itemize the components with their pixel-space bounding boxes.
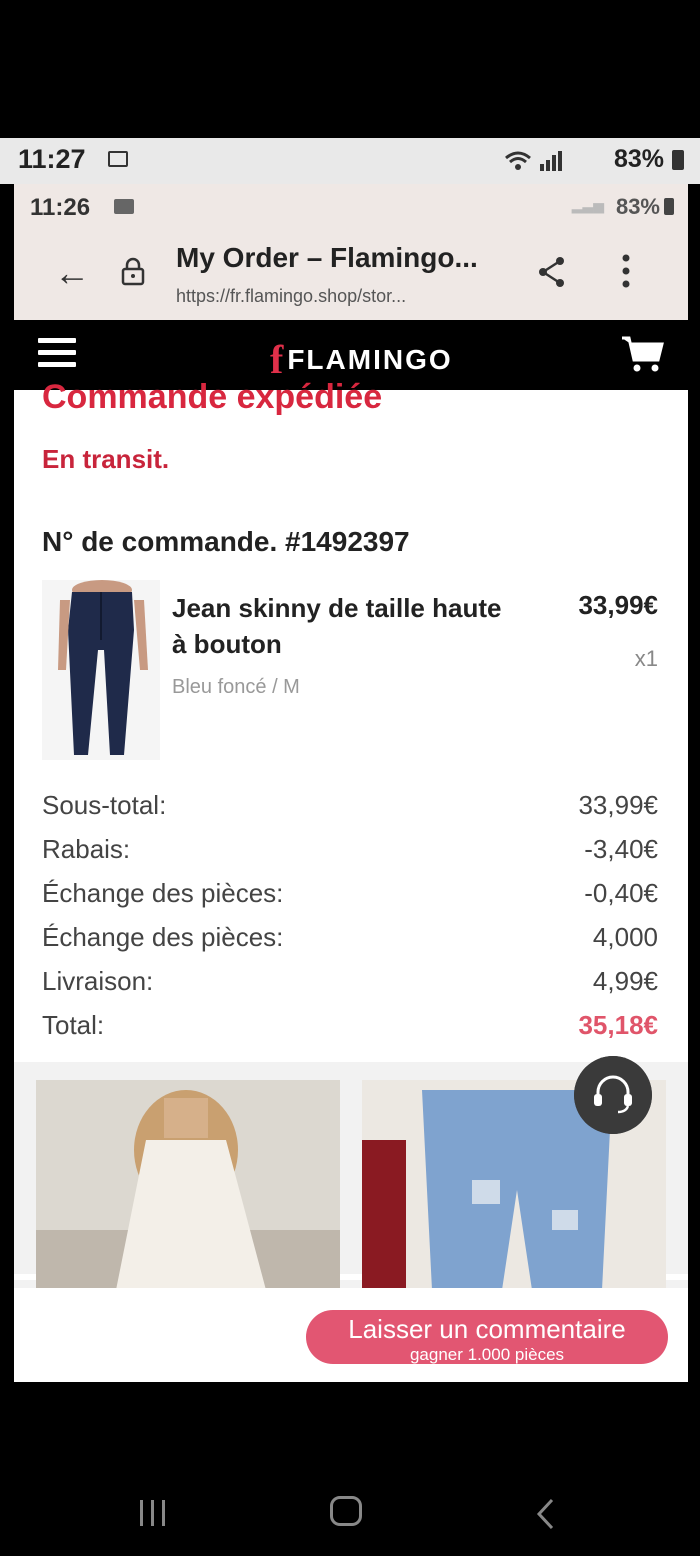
inner-battery-icon <box>664 198 674 215</box>
recent-apps-icon[interactable] <box>138 1498 168 1528</box>
product-price: 33,99€ <box>578 590 658 620</box>
summary-value: 4,000 <box>592 922 658 952</box>
device-status-bar: 11:27 83% <box>0 138 700 184</box>
recommended-product-image[interactable] <box>36 1080 340 1290</box>
battery-icon <box>672 150 684 170</box>
flamingo-logo[interactable]: fFLAMINGO <box>270 336 453 383</box>
leave-review-button[interactable]: Laisser un commentaire gagner 1.000 pièc… <box>306 1310 668 1364</box>
summary-row: Échange des pièces: 4,000 <box>42 922 658 966</box>
summary-value: -0,40€ <box>584 878 658 908</box>
more-options-icon[interactable] <box>618 252 634 292</box>
navigation-bar <box>0 1470 700 1556</box>
lock-icon <box>121 257 145 286</box>
product-image[interactable] <box>42 580 160 760</box>
inner-signal-icon: ▂▃▅ <box>571 197 604 213</box>
product-name[interactable]: Jean skinny de taille haute à bouton <box>172 590 502 662</box>
order-heading: Commande expédiée <box>42 378 383 416</box>
back-nav-icon[interactable] <box>536 1498 556 1530</box>
customer-support-icon[interactable] <box>574 1056 652 1134</box>
review-button-sublabel: gagner 1.000 pièces <box>409 1345 565 1364</box>
battery-percent: 83% <box>613 145 664 173</box>
summary-total-row: Total: 35,18€ <box>42 1010 658 1054</box>
product-quantity: x1 <box>634 646 658 671</box>
summary-label: Échange des pièces: <box>42 922 284 952</box>
url-bar[interactable]: https://fr.flamingo.shop/stor... <box>176 286 406 307</box>
inner-gallery-icon <box>114 199 134 214</box>
inner-status-time: 11:26 <box>30 194 91 221</box>
embedded-screenshot: 11:26 ▂▃▅ 83% ← My Order – Flamingo... h… <box>14 184 688 1382</box>
hamburger-menu-icon[interactable] <box>38 338 76 374</box>
summary-value: 4,99€ <box>592 966 658 996</box>
home-icon[interactable] <box>330 1496 362 1526</box>
summary-row: Sous-total: 33,99€ <box>42 790 658 834</box>
cart-icon[interactable] <box>620 334 664 374</box>
summary-label: Livraison: <box>42 966 154 996</box>
order-number: N° de commande. #1492397 <box>42 526 410 557</box>
summary-label: Rabais: <box>42 834 131 864</box>
order-status: En transit. <box>42 444 170 474</box>
summary-label: Échange des pièces: <box>42 878 284 908</box>
inner-status-bar: 11:26 ▂▃▅ 83% <box>14 184 688 228</box>
summary-label: Sous-total: <box>42 790 167 820</box>
page-title: My Order – Flamingo... <box>176 242 478 273</box>
product-variant: Bleu foncé / M <box>172 676 300 698</box>
total-label: Total: <box>42 1010 105 1040</box>
summary-value: -3,40€ <box>584 834 658 864</box>
total-value: 35,18€ <box>578 1010 658 1040</box>
wifi-signal-icon <box>505 151 562 171</box>
status-time: 11:27 <box>18 144 86 174</box>
summary-row: Livraison: 4,99€ <box>42 966 658 1010</box>
share-icon[interactable] <box>536 254 568 290</box>
review-bar: Laisser un commentaire gagner 1.000 pièc… <box>14 1288 688 1382</box>
gallery-notification-icon <box>108 151 128 167</box>
order-details: Commande expédiée En transit. N° de comm… <box>14 378 688 1290</box>
inner-battery-percent: 83% <box>615 194 660 219</box>
summary-row: Rabais: -3,40€ <box>42 834 658 878</box>
summary-value: 33,99€ <box>578 790 658 820</box>
review-button-label: Laisser un commentaire <box>348 1314 626 1344</box>
summary-row: Échange des pièces: -0,40€ <box>42 878 658 922</box>
browser-toolbar: ← My Order – Flamingo... https://fr.flam… <box>14 228 688 320</box>
back-arrow-icon[interactable]: ← <box>54 252 90 294</box>
